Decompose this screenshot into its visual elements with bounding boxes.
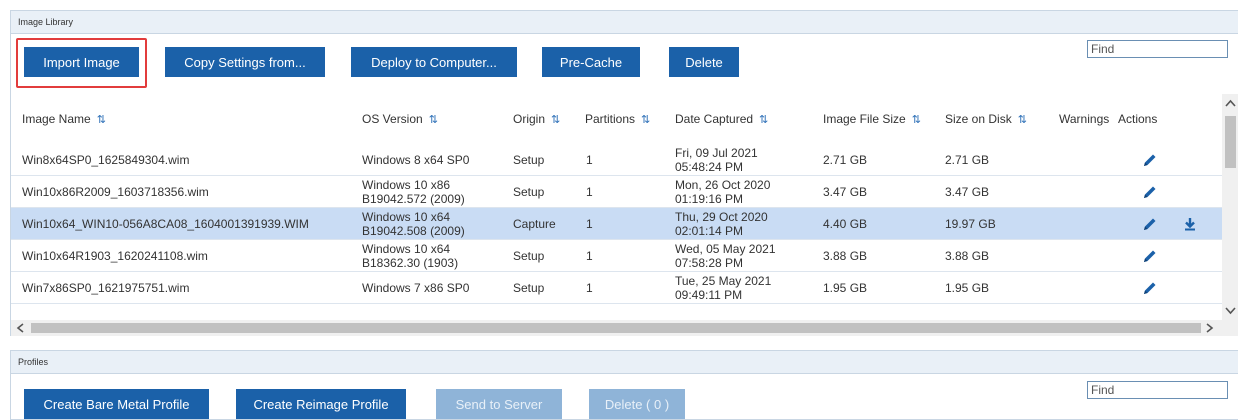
sort-icon[interactable]: ⇅ (551, 114, 560, 126)
date-captured-cell: Fri, 09 Jul 2021 05:48:24 PM (675, 146, 758, 174)
pencil-icon[interactable] (1142, 280, 1158, 296)
origin-cell: Setup (513, 281, 545, 295)
os-version-cell: Windows 10 x64 B19042.508 (2009) (362, 210, 465, 238)
partitions-cell: 1 (586, 153, 593, 167)
scroll-left-icon (16, 323, 24, 333)
date-captured-cell: Mon, 26 Oct 2020 01:19:16 PM (675, 178, 771, 206)
table-row[interactable]: Win8x64SP0_1625849304.wim Windows 8 x64 S… (11, 144, 1223, 176)
pencil-icon[interactable] (1142, 184, 1158, 200)
sort-icon[interactable]: ⇅ (1018, 114, 1027, 126)
vertical-scroll-thumb (1225, 116, 1236, 168)
import-image-button[interactable]: Import Image (24, 47, 139, 77)
os-version-cell: Windows 10 x64 B18362.30 (1903) (362, 242, 459, 270)
image-file-size-cell: 3.88 GB (823, 249, 868, 263)
date-captured-cell: Wed, 05 May 2021 07:58:28 PM (675, 242, 776, 270)
vertical-scrollbar[interactable] (1222, 94, 1238, 320)
sort-icon[interactable]: ⇅ (429, 114, 438, 126)
scroll-up-icon (1225, 99, 1236, 107)
table-row[interactable]: Win10x64R1903_1620241108.wim Windows 10 x… (11, 240, 1223, 272)
table-row[interactable]: Win7x86SP0_1621975751.wim Windows 7 x86 S… (11, 272, 1223, 304)
col-partitions[interactable]: Partitions ⇅ (585, 94, 650, 144)
horizontal-scroll-thumb (31, 323, 1201, 333)
date-captured-cell: Tue, 25 May 2021 09:49:11 PM (675, 274, 772, 302)
partitions-cell: 1 (586, 185, 593, 199)
delete-button[interactable]: Delete (669, 47, 739, 77)
image-name-cell: Win8x64SP0_1625849304.wim (22, 153, 190, 167)
origin-cell: Capture (513, 217, 556, 231)
image-file-size-cell: 3.47 GB (823, 185, 868, 199)
download-icon[interactable] (1182, 216, 1198, 232)
sort-icon[interactable]: ⇅ (97, 114, 106, 126)
partitions-cell: 1 (586, 281, 593, 295)
horizontal-scrollbar[interactable] (11, 320, 1238, 336)
size-on-disk-cell: 3.88 GB (945, 249, 990, 263)
col-actions: Actions (1118, 112, 1158, 126)
size-on-disk-cell: 1.95 GB (945, 281, 990, 295)
image-table: Image Name ⇅ OS Version ⇅ Origin ⇅ Partitio… (10, 94, 1238, 336)
pencil-icon[interactable] (1142, 248, 1158, 264)
origin-cell: Setup (513, 249, 545, 263)
table-row[interactable]: Win10x64_WIN10-056A8CA08_1604001391939.W… (11, 208, 1223, 240)
image-name-cell: Win10x86R2009_1603718356.wim (22, 185, 209, 199)
deploy-to-computer-button[interactable]: Deploy to Computer... (351, 47, 517, 77)
origin-cell: Setup (513, 153, 545, 167)
image-name-cell: Win7x86SP0_1621975751.wim (22, 281, 190, 295)
profiles-find-input[interactable]: Find (1087, 381, 1228, 399)
horizontal-scrollbar-graphic (16, 323, 1214, 333)
os-version-cell: Windows 10 x86 B19042.572 (2009) (362, 178, 465, 206)
delete-profiles-button[interactable]: Delete ( 0 ) (589, 389, 685, 419)
table-row[interactable]: Win10x86R2009_1603718356.wim Windows 10 x… (11, 176, 1223, 208)
sort-icon[interactable]: ⇅ (912, 114, 921, 126)
send-to-server-button[interactable]: Send to Server (436, 389, 562, 419)
col-image-name[interactable]: Image Name ⇅ (22, 94, 106, 144)
image-library-header: Image Library (11, 11, 1238, 34)
size-on-disk-cell: 19.97 GB (945, 217, 996, 231)
date-captured-cell: Thu, 29 Oct 2020 02:01:14 PM (675, 210, 768, 238)
vertical-scrollbar-graphic (1225, 99, 1236, 315)
sort-icon[interactable]: ⇅ (641, 114, 650, 126)
pencil-icon[interactable] (1142, 152, 1158, 168)
col-os-version[interactable]: OS Version ⇅ (362, 94, 438, 144)
image-name-cell: Win10x64_WIN10-056A8CA08_1604001391939.W… (22, 217, 309, 231)
col-image-file-size[interactable]: Image File Size ⇅ (823, 94, 921, 144)
partitions-cell: 1 (586, 249, 593, 263)
scroll-right-icon (1206, 323, 1214, 333)
os-version-cell: Windows 8 x64 SP0 (362, 153, 470, 167)
partitions-cell: 1 (586, 217, 593, 231)
sort-icon[interactable]: ⇅ (759, 114, 768, 126)
profiles-header: Profiles (11, 351, 1238, 374)
image-file-size-cell: 4.40 GB (823, 217, 868, 231)
image-find-input[interactable]: Find (1087, 40, 1228, 58)
size-on-disk-cell: 3.47 GB (945, 185, 990, 199)
pre-cache-button[interactable]: Pre-Cache (542, 47, 640, 77)
col-size-on-disk[interactable]: Size on Disk ⇅ (945, 94, 1027, 144)
create-reimage-profile-button[interactable]: Create Reimage Profile (236, 389, 406, 419)
scroll-down-icon (1225, 307, 1236, 315)
create-bare-metal-profile-button[interactable]: Create Bare Metal Profile (24, 389, 209, 419)
pencil-icon[interactable] (1142, 216, 1158, 232)
col-warnings: Warnings (1059, 112, 1110, 126)
image-name-cell: Win10x64R1903_1620241108.wim (22, 249, 208, 263)
col-origin[interactable]: Origin ⇅ (513, 94, 560, 144)
origin-cell: Setup (513, 185, 545, 199)
size-on-disk-cell: 2.71 GB (945, 153, 990, 167)
col-date-captured[interactable]: Date Captured ⇅ (675, 94, 768, 144)
image-file-size-cell: 1.95 GB (823, 281, 868, 295)
image-file-size-cell: 2.71 GB (823, 153, 868, 167)
copy-settings-button[interactable]: Copy Settings from... (165, 47, 325, 77)
os-version-cell: Windows 7 x86 SP0 (362, 281, 470, 295)
